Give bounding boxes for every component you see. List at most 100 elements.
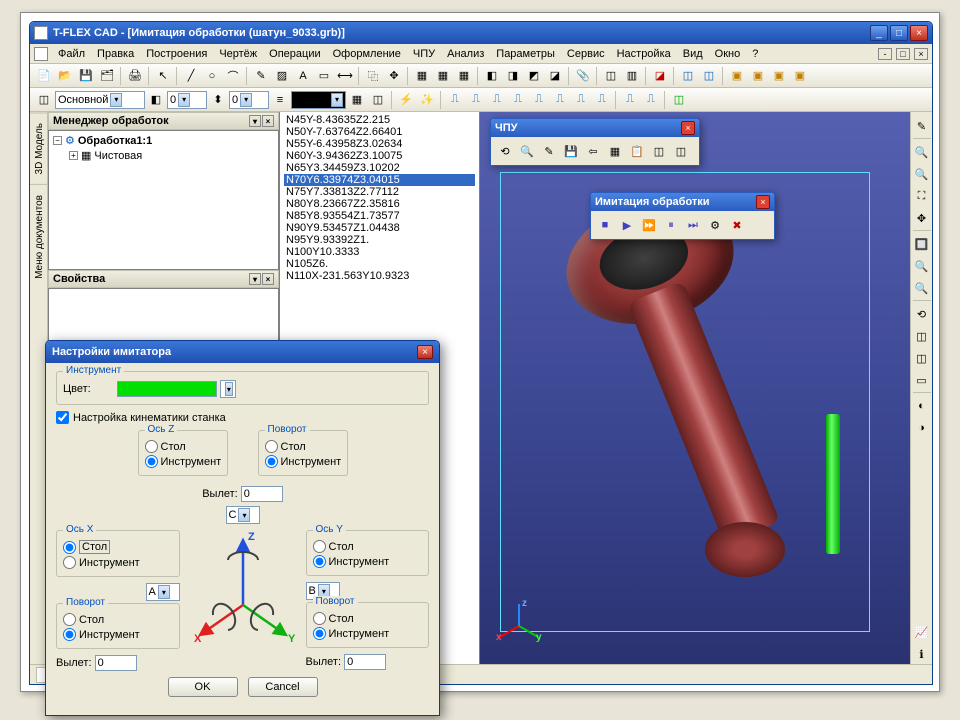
3d-viewport[interactable]: x y z ЧПУ× ⟲ 🔍 ✎ 💾 ⇦ ▦ 📋 ◫ ◫ bbox=[480, 112, 910, 664]
sim-pause-icon[interactable]: ⏸ bbox=[661, 215, 681, 235]
rt-zoomwin-icon[interactable]: 🔲 bbox=[912, 234, 932, 254]
rt-zoomsel-icon[interactable]: 🔍 bbox=[912, 278, 932, 298]
cnc5-icon[interactable]: ⎍ bbox=[529, 90, 549, 110]
gcode-line[interactable]: N100Y10.3333 bbox=[284, 246, 475, 258]
rota-table-radio[interactable]: Стол bbox=[63, 612, 173, 627]
rt-zoomall-icon[interactable]: 🔍 bbox=[912, 256, 932, 276]
sim-step-icon[interactable]: ⏭ bbox=[683, 215, 703, 235]
box4-icon[interactable]: ▣ bbox=[790, 66, 810, 86]
tree-expand2-icon[interactable]: + bbox=[69, 151, 78, 160]
dialog-close-button[interactable]: × bbox=[417, 345, 433, 359]
saveall-icon[interactable]: 🗂 bbox=[97, 66, 117, 86]
sim-ff-icon[interactable]: ⏩ bbox=[639, 215, 659, 235]
gcode-line[interactable]: N80Y8.23667Z2.35816 bbox=[284, 198, 475, 210]
rt-zoomin-icon[interactable]: 🔍 bbox=[912, 142, 932, 162]
maximize-button[interactable]: □ bbox=[890, 25, 908, 41]
cnc6-icon[interactable]: ⎍ bbox=[550, 90, 570, 110]
cnc-btn9-icon[interactable]: ◫ bbox=[671, 141, 691, 161]
gcode-line[interactable]: N75Y7.33813Z2.77112 bbox=[284, 186, 475, 198]
cancel-button[interactable]: Cancel bbox=[248, 677, 318, 697]
cnc-btn3-icon[interactable]: ✎ bbox=[539, 141, 559, 161]
tool-b-icon[interactable]: ◨ bbox=[503, 66, 523, 86]
view2-icon[interactable]: ▥ bbox=[622, 66, 642, 86]
clip-icon[interactable]: 📎 bbox=[573, 66, 593, 86]
menu-cnc[interactable]: ЧПУ bbox=[408, 46, 440, 62]
properties-header[interactable]: Свойства ▾× bbox=[48, 270, 279, 288]
rt-view3-icon[interactable]: ▭ bbox=[912, 370, 932, 390]
gcode-line[interactable]: N95Y9.93392Z1. bbox=[284, 234, 475, 246]
cnc-btn5-icon[interactable]: ⇦ bbox=[583, 141, 603, 161]
gcode-line[interactable]: N90Y9.53457Z1.04438 bbox=[284, 222, 475, 234]
menu-window[interactable]: Окно bbox=[710, 46, 746, 62]
sidetab-docmenu[interactable]: Меню документов bbox=[30, 184, 47, 289]
simulation-toolbar-window[interactable]: Имитация обработки× ■ ▶ ⏩ ⏸ ⏭ ⚙ ✖ bbox=[590, 192, 775, 240]
cnc11-icon[interactable]: ◫ bbox=[669, 90, 689, 110]
new-icon[interactable]: 📄 bbox=[34, 66, 54, 86]
machining-manager-header[interactable]: Менеджер обработок ▾× bbox=[48, 112, 279, 130]
menu-service[interactable]: Сервис bbox=[562, 46, 610, 62]
rotb-instrument-radio[interactable]: Инструмент bbox=[313, 626, 423, 641]
kinematics-checkbox[interactable]: Настройка кинематики станка bbox=[56, 411, 429, 424]
x-instrument-radio[interactable]: Инструмент bbox=[63, 555, 173, 570]
sim-window-close[interactable]: × bbox=[756, 195, 770, 209]
cube1-icon[interactable]: ◫ bbox=[678, 66, 698, 86]
num2-combo[interactable]: 0▾ bbox=[229, 91, 269, 109]
cnc-btn1-icon[interactable]: ⟲ bbox=[495, 141, 515, 161]
y-table-radio[interactable]: Стол bbox=[313, 539, 423, 554]
gcode-line[interactable]: N105Z6. bbox=[284, 258, 475, 270]
open-icon[interactable]: 📂 bbox=[55, 66, 75, 86]
tool-d-icon[interactable]: ◪ bbox=[545, 66, 565, 86]
wand-icon[interactable]: ✨ bbox=[417, 90, 437, 110]
tree-expand-icon[interactable]: − bbox=[53, 136, 62, 145]
line-icon[interactable]: ╱ bbox=[181, 66, 201, 86]
panel-pin-icon[interactable]: ▾ bbox=[249, 115, 261, 127]
overhang-a-input[interactable] bbox=[95, 655, 137, 671]
gcode-line[interactable]: N65Y3.34459Z3.10202 bbox=[284, 162, 475, 174]
titlebar[interactable]: T-FLEX CAD - [Имитация обработки (шатун_… bbox=[30, 22, 932, 44]
grid1-icon[interactable]: ▦ bbox=[412, 66, 432, 86]
menu-help[interactable]: ? bbox=[747, 46, 763, 62]
cube2-icon[interactable]: ◫ bbox=[699, 66, 719, 86]
dialog-titlebar[interactable]: Настройки имитатора × bbox=[46, 341, 439, 363]
menu-constructions[interactable]: Построения bbox=[141, 46, 212, 62]
overhang-c-input[interactable] bbox=[241, 486, 283, 502]
sketch-icon[interactable]: ✎ bbox=[251, 66, 271, 86]
rota-instrument-radio[interactable]: Инструмент bbox=[63, 627, 173, 642]
menu-edit[interactable]: Правка bbox=[92, 46, 139, 62]
x-table-radio[interactable]: Стол bbox=[63, 539, 173, 555]
sim-play-icon[interactable]: ▶ bbox=[617, 215, 637, 235]
palette-icon[interactable]: ▦ bbox=[347, 90, 367, 110]
rt-graph-icon[interactable]: 📈 bbox=[912, 622, 932, 642]
arc-icon[interactable]: ⌒ bbox=[223, 66, 243, 86]
rect-icon[interactable]: ▭ bbox=[314, 66, 334, 86]
save-icon[interactable]: 💾 bbox=[76, 66, 96, 86]
cnc9-icon[interactable]: ⎍ bbox=[620, 90, 640, 110]
cnc10-icon[interactable]: ⎍ bbox=[641, 90, 661, 110]
menu-analysis[interactable]: Анализ bbox=[442, 46, 489, 62]
rt-info-icon[interactable]: ℹ bbox=[912, 644, 932, 664]
hatch-icon[interactable]: ▨ bbox=[272, 66, 292, 86]
menu-design[interactable]: Оформление bbox=[328, 46, 406, 62]
sidetab-3dmodel[interactable]: 3D Модель bbox=[30, 112, 47, 184]
circle-icon[interactable]: ○ bbox=[202, 66, 222, 86]
num1-combo[interactable]: 0▾ bbox=[167, 91, 207, 109]
cnc-btn2-icon[interactable]: 🔍 bbox=[517, 141, 537, 161]
cnc7-icon[interactable]: ⎍ bbox=[571, 90, 591, 110]
gcode-line[interactable]: N85Y8.93554Z1.73577 bbox=[284, 210, 475, 222]
print-icon[interactable]: 🖨 bbox=[125, 66, 145, 86]
cnc2-icon[interactable]: ⎍ bbox=[466, 90, 486, 110]
kinematics-check-input[interactable] bbox=[56, 411, 69, 424]
axis-a-combo[interactable]: A▾ bbox=[146, 583, 180, 601]
props-close-icon[interactable]: × bbox=[262, 273, 274, 285]
color-swatch[interactable] bbox=[117, 381, 217, 397]
cnc3-icon[interactable]: ⎍ bbox=[487, 90, 507, 110]
level-icon[interactable]: ◧ bbox=[146, 90, 166, 110]
pointer-icon[interactable]: ↖ bbox=[153, 66, 173, 86]
mdi-restore[interactable]: □ bbox=[896, 48, 910, 60]
cnc-toolbar-window[interactable]: ЧПУ× ⟲ 🔍 ✎ 💾 ⇦ ▦ 📋 ◫ ◫ bbox=[490, 118, 700, 166]
gcode-line[interactable]: N55Y-6.43958Z3.02634 bbox=[284, 138, 475, 150]
menu-file[interactable]: Файл bbox=[53, 46, 90, 62]
rt-view1-icon[interactable]: ◫ bbox=[912, 326, 932, 346]
rt-shade2-icon[interactable]: ◑ bbox=[912, 418, 932, 438]
box1-icon[interactable]: ▣ bbox=[727, 66, 747, 86]
